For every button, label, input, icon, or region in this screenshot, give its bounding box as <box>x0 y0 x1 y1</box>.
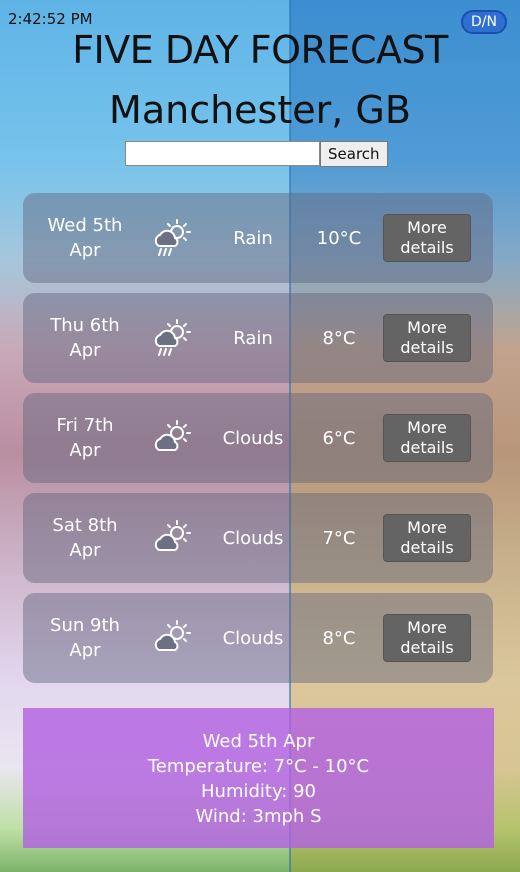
location-title: Manchester, GB <box>109 88 411 132</box>
forecast-date: Fri 7th Apr <box>56 415 114 461</box>
details-wind: Wind: 3mph S <box>195 806 322 827</box>
forecast-temperature: 7°C <box>322 527 356 549</box>
details-date: Wed 5th Apr <box>202 731 315 752</box>
details-humidity: Humidity: 90 <box>201 781 316 802</box>
forecast-date: Thu 6th Apr <box>50 315 120 361</box>
rain-cloud-sun-icon <box>147 213 197 263</box>
more-details-button[interactable]: More details <box>383 614 471 662</box>
search-button[interactable]: Search <box>320 141 388 167</box>
more-details-button[interactable]: More details <box>383 514 471 562</box>
forecast-card: Sun 9th Apr Clouds 8°C More details <box>23 593 493 683</box>
forecast-temperature: 10°C <box>316 227 362 249</box>
forecast-card: Thu 6th Apr Rain 8°C More details <box>23 293 493 383</box>
cloud-sun-icon <box>147 513 197 563</box>
clock: 2:42:52 PM <box>8 10 93 28</box>
forecast-condition: Rain <box>233 227 273 249</box>
details-panel: Wed 5th Apr Temperature: 7°C - 10°C Humi… <box>23 708 494 848</box>
forecast-condition: Clouds <box>222 627 284 649</box>
forecast-condition: Clouds <box>222 527 284 549</box>
search-input[interactable] <box>125 141 320 166</box>
page-title: FIVE DAY FORECAST <box>72 28 448 72</box>
forecast-temperature: 6°C <box>322 427 356 449</box>
forecast-date: Sat 8th Apr <box>52 515 118 561</box>
more-details-button[interactable]: More details <box>383 214 471 262</box>
forecast-condition: Clouds <box>222 427 284 449</box>
search-bar: Search <box>125 141 388 167</box>
rain-cloud-sun-icon <box>147 313 197 363</box>
forecast-date: Sun 9th Apr <box>50 615 120 661</box>
forecast-card: Wed 5th Apr Rain 10°C More details <box>23 193 493 283</box>
more-details-button[interactable]: More details <box>383 414 471 462</box>
cloud-sun-icon <box>147 413 197 463</box>
forecast-card: Sat 8th Apr Clouds 7°C More details <box>23 493 493 583</box>
details-temperature: Temperature: 7°C - 10°C <box>147 756 370 777</box>
forecast-date: Wed 5th Apr <box>47 215 123 261</box>
forecast-condition: Rain <box>233 327 273 349</box>
forecast-card: Fri 7th Apr Clouds 6°C More details <box>23 393 493 483</box>
forecast-temperature: 8°C <box>322 627 356 649</box>
forecast-temperature: 8°C <box>322 327 356 349</box>
cloud-sun-icon <box>147 613 197 663</box>
more-details-button[interactable]: More details <box>383 314 471 362</box>
